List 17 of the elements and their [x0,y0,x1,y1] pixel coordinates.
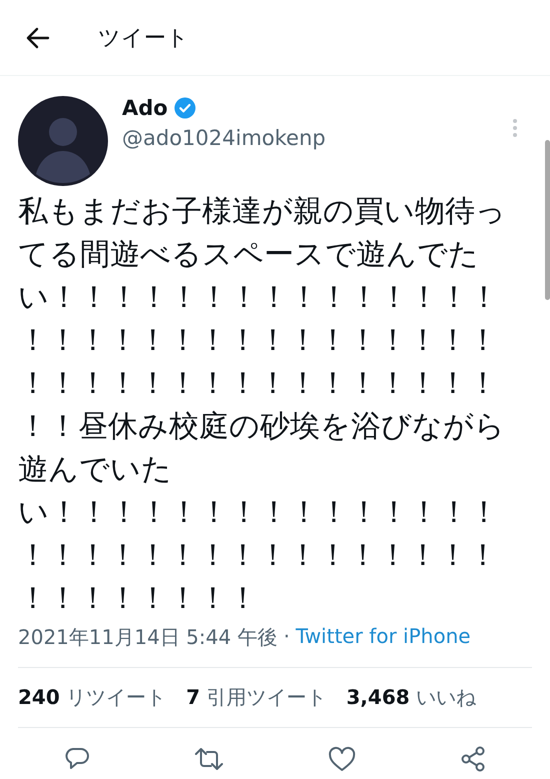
retweet-icon[interactable] [194,746,224,772]
scrollbar[interactable] [545,140,550,300]
tweet-text: 私もまだお子様達が親の買い物待っ てる間遊べるスペースで遊んでた い！！！！！！！！！！！！！！！ ！！！！！！！！！！！！！！！！ ！！！！！！！！！！！！！！！！ ！！昼休み校庭の砂埃を浴びながら 遊んでいた い！！！！！！！！！！！！！！！ ！！！！！！！！！！！！！！！！ ！！！！！！！！ [18,193,507,618]
avatar[interactable] [18,96,108,186]
heart-icon[interactable] [328,746,356,772]
tweet-timestamp: 2021年11月14日 5:44 午後 [18,624,278,651]
share-icon[interactable] [460,746,486,772]
back-arrow-icon[interactable] [26,26,50,48]
stat-count[interactable]: 7 引用ツイート [186,684,326,711]
separator-dot: · [283,624,290,650]
reply-icon[interactable] [64,746,90,772]
stat-count[interactable]: 3,468 いいね [346,684,476,711]
page-title: ツイート [98,24,189,52]
author-handle[interactable]: @ado1024imokenp [122,126,498,150]
source-link[interactable]: Twitter for iPhone [296,624,471,651]
stat-count[interactable]: 240 リツイート [18,684,166,711]
author-name[interactable]: Ado [122,96,168,120]
